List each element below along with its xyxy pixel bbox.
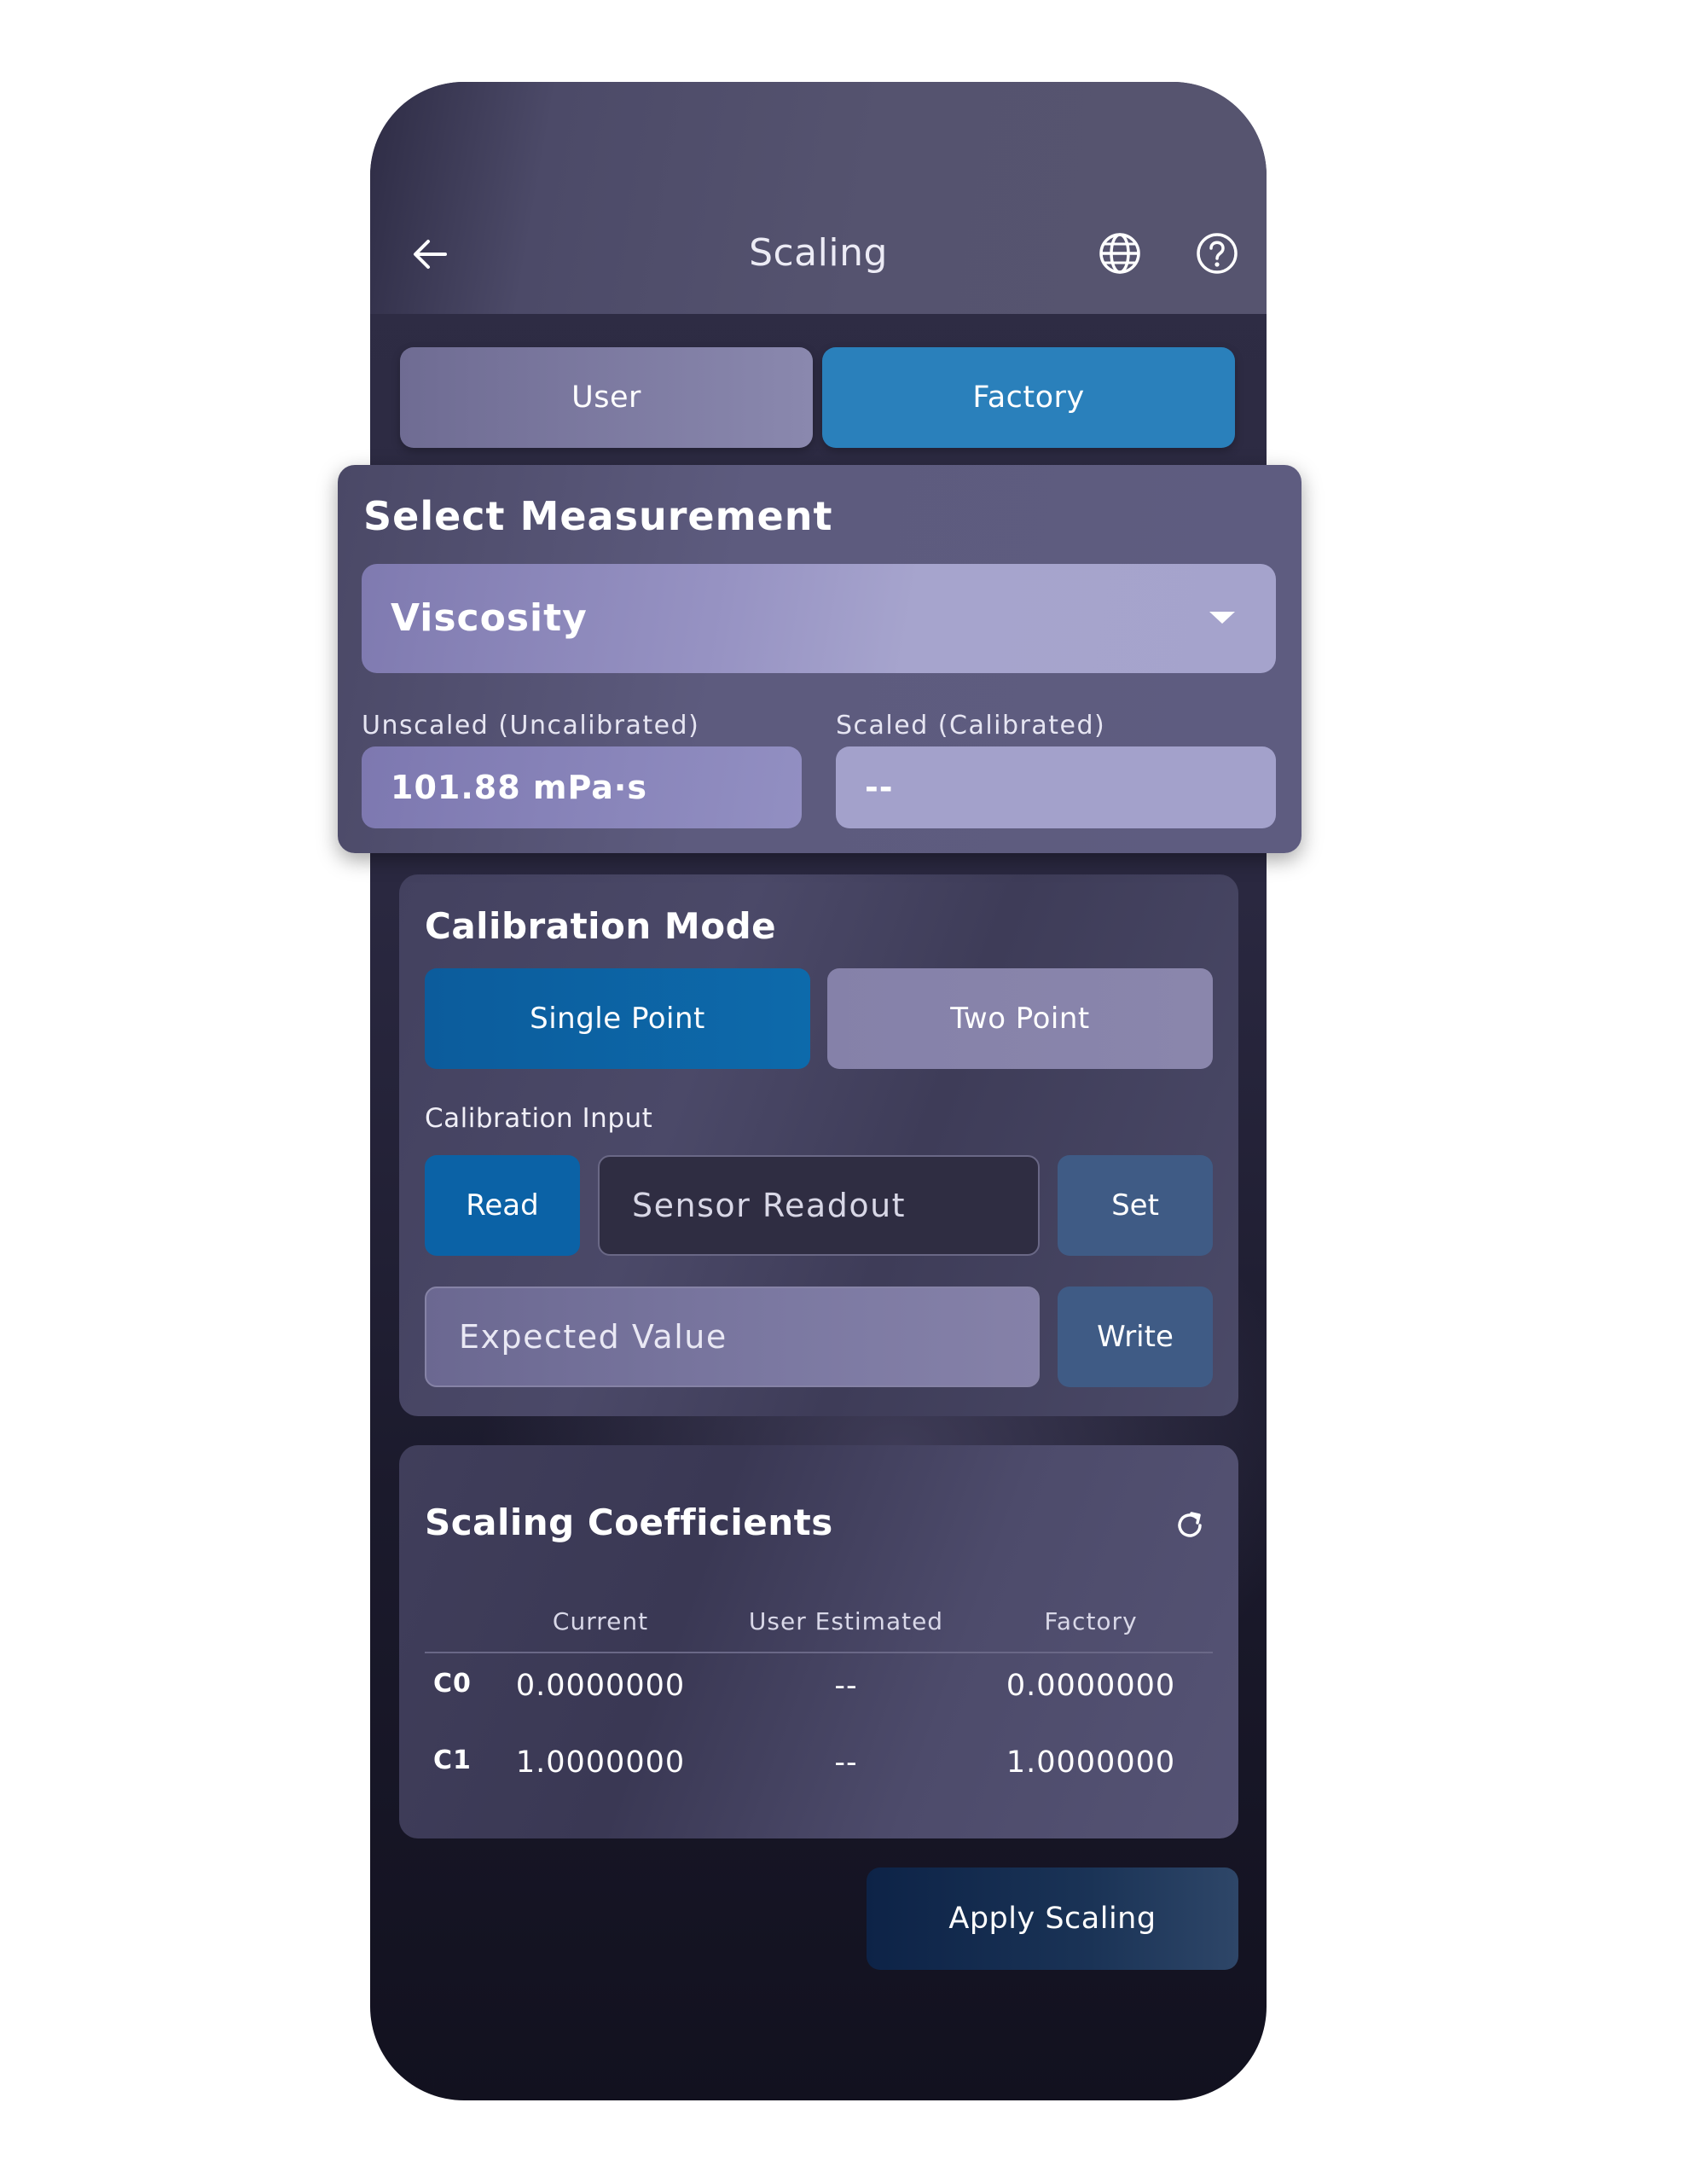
scaling-coefficients-title: Scaling Coefficients <box>425 1502 833 1543</box>
table-row: C0 0.0000000 -- 0.0000000 <box>399 1669 1238 1720</box>
single-point-button[interactable]: Single Point <box>425 968 810 1069</box>
help-circle-icon[interactable] <box>1192 229 1242 278</box>
two-point-button[interactable]: Two Point <box>827 968 1213 1069</box>
scaling-coefficients-card: Scaling Coefficients Current User Estima… <box>399 1445 1238 1838</box>
tab-factory[interactable]: Factory <box>822 347 1235 448</box>
column-header-user-estimated: User Estimated <box>748 1607 944 1635</box>
select-measurement-title: Select Measurement <box>363 493 833 539</box>
select-measurement-card: Select Measurement Viscosity Unscaled (U… <box>338 465 1301 853</box>
refresh-icon[interactable] <box>1171 1507 1209 1544</box>
coefficient-name: C1 <box>433 1745 472 1775</box>
current-value: 0.0000000 <box>515 1669 686 1703</box>
coefficient-name: C0 <box>433 1669 472 1699</box>
app-header: Scaling <box>370 82 1267 314</box>
calibration-mode-title: Calibration Mode <box>425 905 777 947</box>
unscaled-label: Unscaled (Uncalibrated) <box>362 711 700 741</box>
calibration-card: Calibration Mode Single Point Two Point … <box>399 874 1238 1416</box>
chevron-down-icon <box>1209 612 1235 624</box>
read-button[interactable]: Read <box>425 1155 580 1256</box>
globe-icon[interactable] <box>1095 229 1145 278</box>
calibration-input-label: Calibration Input <box>425 1103 653 1134</box>
user-estimated-value: -- <box>834 1669 858 1703</box>
table-divider <box>425 1652 1213 1653</box>
measurement-dropdown[interactable]: Viscosity <box>362 564 1276 673</box>
set-button[interactable]: Set <box>1058 1155 1213 1256</box>
user-estimated-value: -- <box>834 1745 858 1780</box>
unscaled-value: 101.88 mPa·s <box>362 746 802 828</box>
write-button[interactable]: Write <box>1058 1287 1213 1387</box>
tab-user[interactable]: User <box>400 347 813 448</box>
phone-screen: Scaling User Factory Calibration Mode Si… <box>370 82 1267 2100</box>
scaled-value: -- <box>836 746 1276 828</box>
apply-scaling-button[interactable]: Apply Scaling <box>867 1867 1238 1970</box>
factory-value: 0.0000000 <box>1006 1669 1176 1703</box>
scaled-label: Scaled (Calibrated) <box>836 711 1106 741</box>
column-header-current: Current <box>552 1607 649 1635</box>
table-row: C1 1.0000000 -- 1.0000000 <box>399 1745 1238 1797</box>
column-header-factory: Factory <box>1044 1607 1138 1635</box>
factory-value: 1.0000000 <box>1006 1745 1176 1780</box>
expected-value-input[interactable]: Expected Value <box>425 1287 1040 1387</box>
sensor-readout-field[interactable]: Sensor Readout <box>598 1155 1040 1256</box>
current-value: 1.0000000 <box>515 1745 686 1780</box>
measurement-selected-value: Viscosity <box>391 596 588 640</box>
